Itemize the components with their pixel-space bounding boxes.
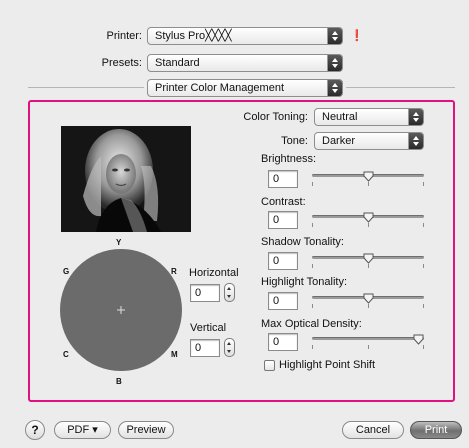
max-optical-density-label: Max Optical Density: [261, 318, 362, 330]
popup-arrows-icon [327, 55, 342, 71]
wheel-label-b: B [116, 377, 122, 386]
highlight-tonality-slider[interactable] [312, 293, 424, 311]
color-toning-value: Neutral [322, 111, 358, 123]
slider-tick [423, 264, 424, 268]
slider-tick [368, 345, 369, 349]
brightness-slider[interactable] [312, 171, 424, 189]
slider-tick [312, 264, 313, 268]
slider-thumb-icon[interactable] [363, 212, 374, 223]
slider-track[interactable] [312, 337, 424, 340]
slider-tick [423, 345, 424, 349]
pdf-button[interactable]: PDF ▾ [54, 421, 111, 439]
cancel-button[interactable]: Cancel [342, 421, 404, 439]
shadow-tonality-field[interactable]: 0 [268, 252, 298, 270]
presets-popup-value: Standard [155, 57, 200, 69]
slider-tick [312, 182, 313, 186]
slider-tick [368, 182, 369, 186]
popup-arrows-icon [327, 80, 342, 96]
slider-tick [368, 264, 369, 268]
popup-arrows-icon [408, 109, 423, 125]
contrast-slider[interactable] [312, 212, 424, 230]
presets-label: Presets: [101, 57, 142, 69]
shadow-tonality-slider[interactable] [312, 253, 424, 271]
print-button[interactable]: Print [410, 421, 462, 439]
horizontal-field[interactable]: 0 [190, 284, 220, 302]
panel-popup-value: Printer Color Management [155, 82, 285, 94]
slider-thumb-icon[interactable] [363, 293, 374, 304]
preview-image [61, 126, 191, 232]
highlight-point-shift-label: Highlight Point Shift [279, 359, 375, 371]
panel-popup[interactable]: Printer Color Management [147, 79, 343, 97]
separator-right [346, 87, 455, 88]
shadow-tonality-label: Shadow Tonality: [261, 236, 344, 248]
printer-label: Printer: [106, 30, 142, 42]
tone-label: Tone: [281, 135, 308, 147]
highlight-tonality-label: Highlight Tonality: [261, 276, 348, 288]
contrast-field[interactable]: 0 [268, 211, 298, 229]
slider-thumb-icon[interactable] [413, 334, 424, 345]
separator-left [28, 87, 144, 88]
contrast-label: Contrast: [261, 196, 306, 208]
presets-popup[interactable]: Standard [147, 54, 343, 72]
popup-arrows-icon [327, 28, 342, 44]
print-dialog: Printer: Stylus Pro╳╳╳╳ ❗ Presets: Stand… [0, 0, 469, 448]
vertical-field[interactable]: 0 [190, 339, 220, 357]
warning-icon: ❗ [350, 30, 364, 42]
printer-popup-value: Stylus Pro╳╳╳╳ [155, 30, 232, 42]
help-button[interactable]: ? [25, 420, 45, 440]
max-optical-density-field[interactable]: 0 [268, 333, 298, 351]
color-toning-label: Color Toning: [243, 111, 308, 123]
slider-tick [368, 223, 369, 227]
highlight-tonality-field[interactable]: 0 [268, 292, 298, 310]
horizontal-stepper[interactable] [224, 283, 235, 302]
wheel-label-y: Y [116, 238, 122, 247]
slider-thumb-icon[interactable] [363, 253, 374, 264]
popup-arrows-icon [408, 133, 423, 149]
slider-tick [312, 304, 313, 308]
tone-popup[interactable]: Darker [314, 132, 424, 150]
color-wheel[interactable] [59, 248, 183, 372]
slider-tick [423, 223, 424, 227]
slider-tick [368, 304, 369, 308]
horizontal-label: Horizontal [189, 267, 239, 279]
slider-tick [423, 304, 424, 308]
vertical-label: Vertical [190, 322, 227, 334]
brightness-label: Brightness: [261, 153, 317, 165]
printer-popup[interactable]: Stylus Pro╳╳╳╳ [147, 27, 343, 45]
max-optical-density-slider[interactable] [312, 334, 424, 352]
brightness-field[interactable]: 0 [268, 170, 298, 188]
vertical-stepper[interactable] [224, 338, 235, 357]
slider-tick [312, 345, 313, 349]
highlight-point-shift-checkbox[interactable] [264, 360, 275, 371]
slider-tick [423, 182, 424, 186]
preview-button[interactable]: Preview [118, 421, 174, 439]
slider-thumb-icon[interactable] [363, 171, 374, 182]
color-toning-popup[interactable]: Neutral [314, 108, 424, 126]
tone-value: Darker [322, 135, 356, 147]
slider-tick [312, 223, 313, 227]
